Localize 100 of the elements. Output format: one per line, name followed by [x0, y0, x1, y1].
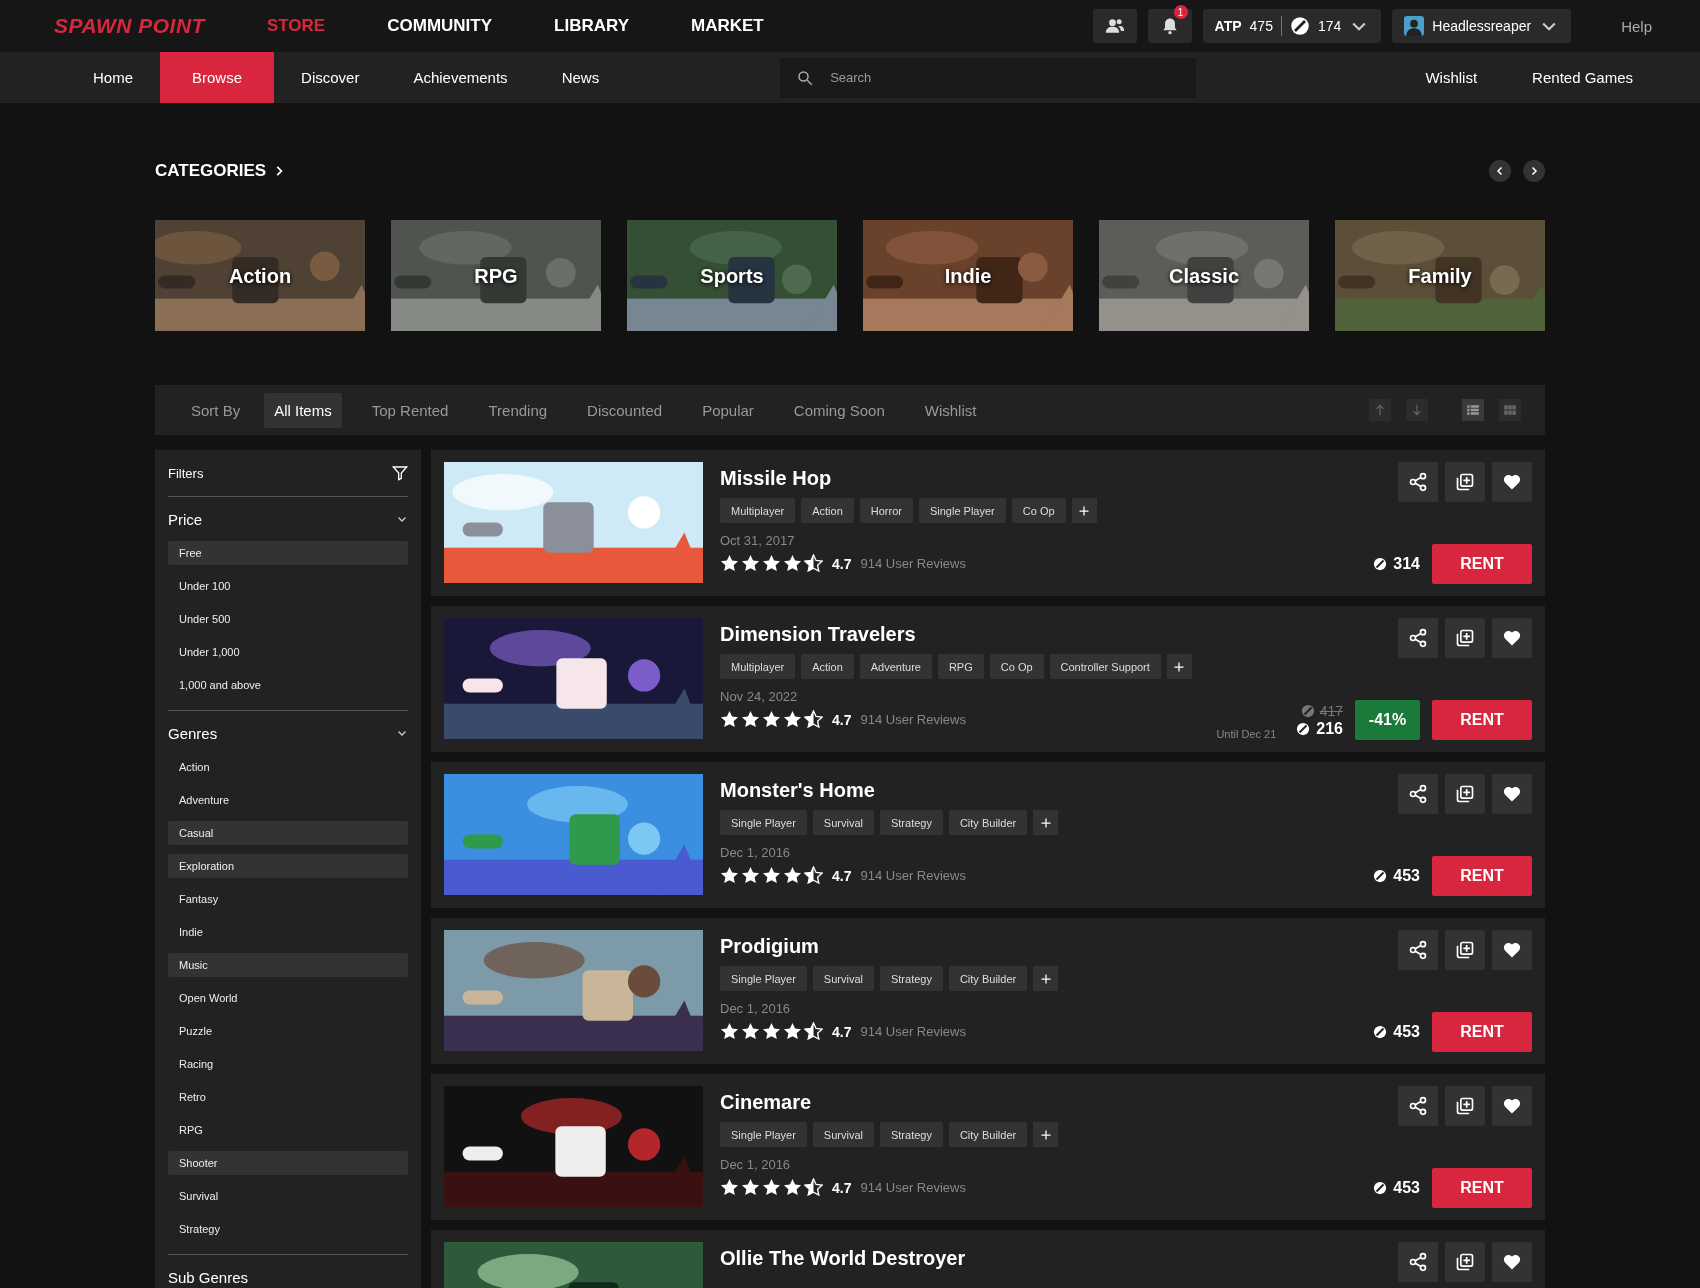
nav-link[interactable]: LIBRARY: [554, 16, 629, 36]
add-tag-button[interactable]: [1033, 966, 1059, 991]
tag[interactable]: Adventure: [859, 654, 932, 679]
wishlist-button[interactable]: [1492, 930, 1532, 970]
subnav-tab[interactable]: Home: [66, 52, 160, 103]
sort-tab[interactable]: Popular: [692, 392, 764, 428]
sort-tab[interactable]: Discounted: [577, 392, 673, 428]
add-tag-button[interactable]: [1033, 810, 1059, 835]
tag[interactable]: Multiplayer: [720, 498, 796, 523]
filter-option[interactable]: Under 100: [168, 574, 408, 598]
add-tag-button[interactable]: [1071, 498, 1097, 523]
wishlist-button[interactable]: [1492, 462, 1532, 502]
filter-option[interactable]: Under 500: [168, 607, 408, 631]
sort-tab[interactable]: Trending: [478, 392, 558, 428]
add-to-library-button[interactable]: [1445, 618, 1485, 658]
tag[interactable]: City Builder: [948, 810, 1028, 835]
rent-button[interactable]: RENT: [1432, 1168, 1532, 1208]
share-button[interactable]: [1398, 774, 1438, 814]
tag[interactable]: City Builder: [948, 966, 1028, 991]
filter-option[interactable]: Survival: [168, 1184, 408, 1208]
filter-option[interactable]: Action: [168, 755, 408, 779]
share-button[interactable]: [1398, 1086, 1438, 1126]
next-button[interactable]: [1523, 160, 1545, 182]
filter-option[interactable]: Fantasy: [168, 887, 408, 911]
sort-tab[interactable]: Wishlist: [914, 392, 987, 428]
rent-button[interactable]: RENT: [1432, 1012, 1532, 1052]
wishlist-button[interactable]: [1492, 618, 1532, 658]
filter-option[interactable]: Open World: [168, 986, 408, 1010]
logo[interactable]: SPAWN POINT: [54, 14, 205, 38]
tag[interactable]: Multiplayer: [720, 654, 796, 679]
previous-button[interactable]: [1489, 160, 1511, 182]
tag[interactable]: Action: [801, 654, 854, 679]
subnav-tab[interactable]: News: [534, 52, 627, 103]
filter-option[interactable]: Exploration: [168, 854, 408, 878]
tag[interactable]: Horror: [859, 498, 913, 523]
wishlist-button[interactable]: [1492, 1086, 1532, 1126]
wishlist-button[interactable]: [1492, 774, 1532, 814]
category-label[interactable]: Sports: [700, 264, 764, 287]
add-tag-button[interactable]: [1033, 1122, 1059, 1147]
share-button[interactable]: [1398, 618, 1438, 658]
tag[interactable]: Action: [801, 498, 854, 523]
filter-option[interactable]: Puzzle: [168, 1019, 408, 1043]
filter-option[interactable]: Indie: [168, 920, 408, 944]
category-label[interactable]: Indie: [944, 264, 992, 287]
filter-option[interactable]: Retro: [168, 1085, 408, 1109]
filter-option[interactable]: Free: [168, 541, 408, 565]
add-to-library-button[interactable]: [1445, 1086, 1485, 1126]
tag[interactable]: Co Op: [989, 654, 1044, 679]
search-field[interactable]: Search: [780, 57, 1197, 98]
rent-button[interactable]: RENT: [1432, 544, 1532, 584]
tag[interactable]: Strategy: [879, 1122, 943, 1147]
share-button[interactable]: [1398, 930, 1438, 970]
currency-menu[interactable]: ATP 475 174: [1202, 9, 1382, 43]
tag[interactable]: Single Player: [720, 810, 807, 835]
filter-option[interactable]: RPG: [168, 1118, 408, 1142]
tag[interactable]: Controller Support: [1049, 654, 1161, 679]
filter-option[interactable]: Shooter: [168, 1151, 408, 1175]
game-title[interactable]: Monster's Home: [720, 779, 1374, 802]
add-to-library-button[interactable]: [1445, 774, 1485, 814]
filter-option[interactable]: Racing: [168, 1052, 408, 1076]
tag[interactable]: Survival: [812, 966, 874, 991]
filter-option[interactable]: Adventure: [168, 788, 408, 812]
subnav-tab[interactable]: Achievements: [386, 52, 535, 103]
help-link[interactable]: Help: [1621, 17, 1652, 35]
sort-tab[interactable]: All Items: [264, 392, 342, 428]
game-title[interactable]: Missile Hop: [720, 467, 1374, 490]
filter-option[interactable]: Music: [168, 953, 408, 977]
tag[interactable]: Single Player: [720, 1122, 807, 1147]
rent-button[interactable]: RENT: [1432, 700, 1532, 740]
nav-link[interactable]: MARKET: [691, 16, 764, 36]
tag[interactable]: Co Op: [1011, 498, 1066, 523]
tag[interactable]: Strategy: [879, 966, 943, 991]
nav-link[interactable]: COMMUNITY: [387, 16, 493, 36]
user-menu[interactable]: Headlessreaper: [1392, 9, 1572, 43]
filter-option[interactable]: 1,000 and above: [168, 673, 408, 697]
subnav-tab[interactable]: Discover: [274, 52, 387, 103]
category-label[interactable]: Action: [228, 264, 292, 287]
add-to-library-button[interactable]: [1445, 1242, 1485, 1282]
filter-option[interactable]: Strategy: [168, 1217, 408, 1241]
game-title[interactable]: Cinemare: [720, 1091, 1374, 1114]
view-toggle-button[interactable]: [1499, 399, 1521, 421]
game-title[interactable]: Prodigium: [720, 935, 1374, 958]
add-tag-button[interactable]: [1166, 654, 1192, 679]
view-toggle-button[interactable]: [1462, 399, 1484, 421]
wishlist-button[interactable]: [1492, 1242, 1532, 1282]
section-title[interactable]: CATEGORIES: [155, 161, 267, 181]
tag[interactable]: Survival: [812, 810, 874, 835]
sort-tab[interactable]: Coming Soon: [783, 392, 895, 428]
category-label[interactable]: Family: [1408, 264, 1472, 287]
friends-button[interactable]: [1092, 9, 1137, 43]
header-link[interactable]: Wishlist: [1425, 69, 1478, 86]
filter-group-title[interactable]: Genres: [168, 724, 218, 742]
header-link[interactable]: Rented Games: [1532, 69, 1633, 86]
filter-option[interactable]: Under 1,000: [168, 640, 408, 664]
share-button[interactable]: [1398, 462, 1438, 502]
nav-link[interactable]: STORE: [266, 16, 326, 36]
tag[interactable]: Single Player: [720, 966, 807, 991]
rent-button[interactable]: RENT: [1432, 856, 1532, 896]
sort-tab[interactable]: Top Rented: [361, 392, 459, 428]
subnav-tab[interactable]: Browse: [160, 52, 275, 103]
